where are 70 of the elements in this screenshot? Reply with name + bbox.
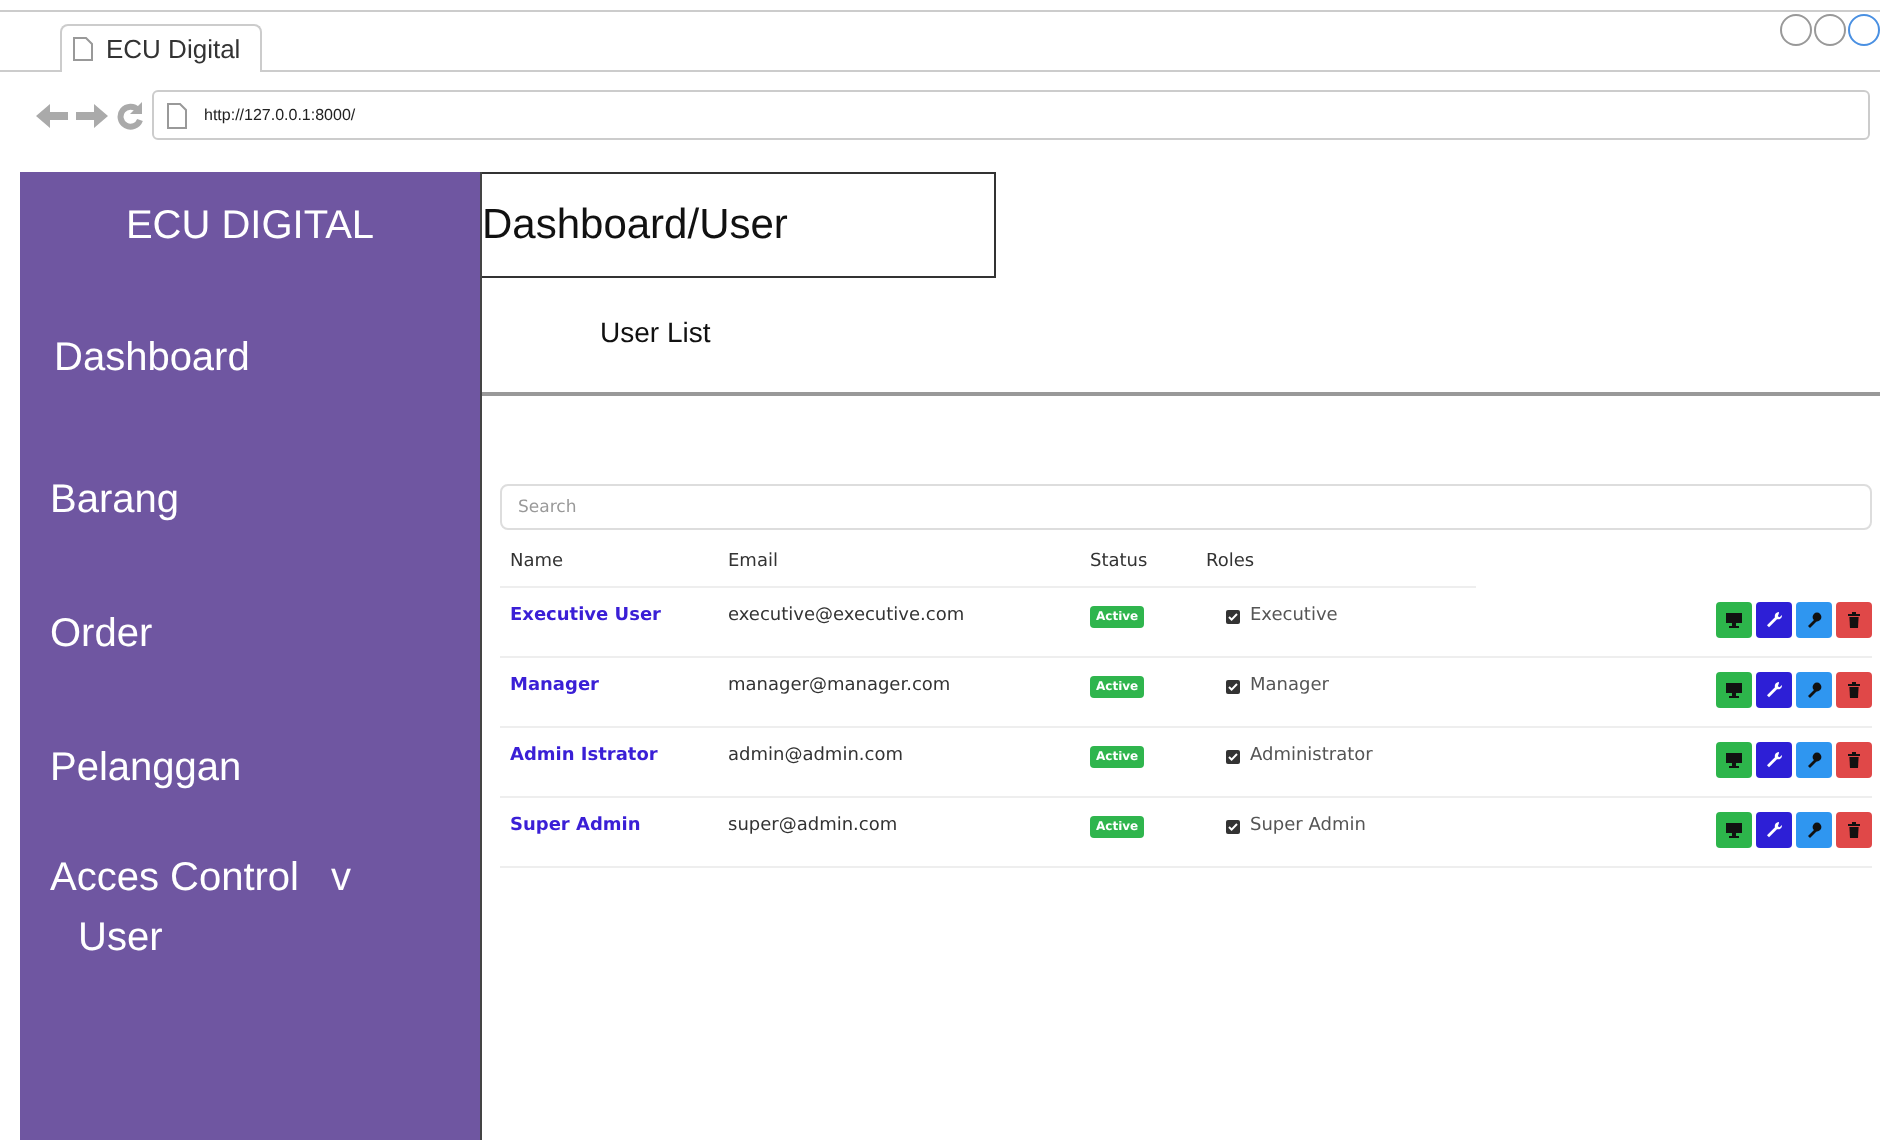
caret-icon[interactable]: v — [331, 856, 351, 902]
key-button[interactable] — [1796, 602, 1832, 638]
section-title: User List — [600, 316, 711, 348]
page-icon — [166, 101, 188, 129]
role-checkbox[interactable] — [1226, 819, 1240, 833]
column-header: Name — [510, 552, 566, 572]
window-control-icon[interactable] — [1848, 14, 1880, 46]
key-button[interactable] — [1796, 742, 1832, 778]
role-checkbox[interactable] — [1226, 749, 1240, 763]
user-name-link[interactable]: Manager — [510, 676, 599, 696]
window-control-icon[interactable] — [1814, 14, 1846, 46]
wrench-icon — [1764, 610, 1784, 630]
window-control-icon[interactable] — [1780, 14, 1812, 46]
trash-icon — [1844, 820, 1864, 840]
wrench-icon — [1764, 680, 1784, 700]
user-name-link[interactable]: Admin Istrator — [510, 746, 658, 766]
key-button[interactable] — [1796, 812, 1832, 848]
browser-tab[interactable]: ECU Digital — [60, 24, 262, 72]
trash-icon — [1844, 750, 1864, 770]
monitor-button[interactable] — [1716, 672, 1752, 708]
trash-button[interactable] — [1836, 672, 1872, 708]
sidebar-item[interactable]: Acces Control — [50, 856, 299, 902]
wrench-button[interactable] — [1756, 672, 1792, 708]
sidebar-item[interactable]: Barang — [20, 434, 480, 568]
wrench-button[interactable] — [1756, 812, 1792, 848]
monitor-icon — [1724, 680, 1744, 700]
key-icon — [1804, 680, 1824, 700]
role-label: Administrator — [1250, 746, 1373, 766]
wrench-icon — [1764, 820, 1784, 840]
email-cell: admin@admin.com — [728, 746, 903, 766]
user-name-link[interactable]: Super Admin — [510, 816, 641, 836]
trash-button[interactable] — [1836, 742, 1872, 778]
address-bar[interactable]: http://127.0.0.1:8000/ — [152, 90, 1870, 140]
email-cell: super@admin.com — [728, 816, 898, 836]
brand-title: ECU DIGITAL — [123, 202, 377, 252]
email-cell: executive@executive.com — [728, 606, 965, 626]
page-icon — [72, 36, 94, 62]
search-field[interactable]: Search — [500, 484, 1872, 530]
column-header: Roles — [1206, 552, 1257, 572]
monitor-button[interactable] — [1716, 602, 1752, 638]
monitor-icon — [1724, 610, 1744, 630]
key-icon — [1804, 820, 1824, 840]
key-icon — [1804, 610, 1824, 630]
monitor-button[interactable] — [1716, 742, 1752, 778]
monitor-icon — [1724, 820, 1744, 840]
email-cell: manager@manager.com — [728, 676, 951, 696]
column-header: Status — [1090, 552, 1150, 572]
sidebar-item[interactable]: Pelanggan — [20, 702, 480, 836]
key-icon — [1804, 750, 1824, 770]
role-label: Executive — [1250, 606, 1338, 626]
wrench-icon — [1764, 750, 1784, 770]
column-header: Email — [728, 552, 780, 572]
sidebar-item[interactable]: Dashboard — [20, 284, 480, 434]
page-title: Dashboard/User — [482, 172, 996, 278]
role-label: Manager — [1250, 676, 1329, 696]
trash-icon — [1844, 610, 1864, 630]
monitor-icon — [1724, 750, 1744, 770]
role-checkbox[interactable] — [1226, 679, 1240, 693]
sidebar-subitem[interactable]: User — [50, 916, 480, 962]
trash-icon — [1844, 680, 1864, 700]
key-button[interactable] — [1796, 672, 1832, 708]
sidebar-item[interactable]: Order — [20, 568, 480, 702]
trash-button[interactable] — [1836, 602, 1872, 638]
monitor-button[interactable] — [1716, 812, 1752, 848]
wrench-button[interactable] — [1756, 602, 1792, 638]
role-label: Super Admin — [1250, 816, 1366, 836]
wrench-button[interactable] — [1756, 742, 1792, 778]
role-checkbox[interactable] — [1226, 609, 1240, 623]
user-name-link[interactable]: Executive User — [510, 606, 661, 626]
trash-button[interactable] — [1836, 812, 1872, 848]
